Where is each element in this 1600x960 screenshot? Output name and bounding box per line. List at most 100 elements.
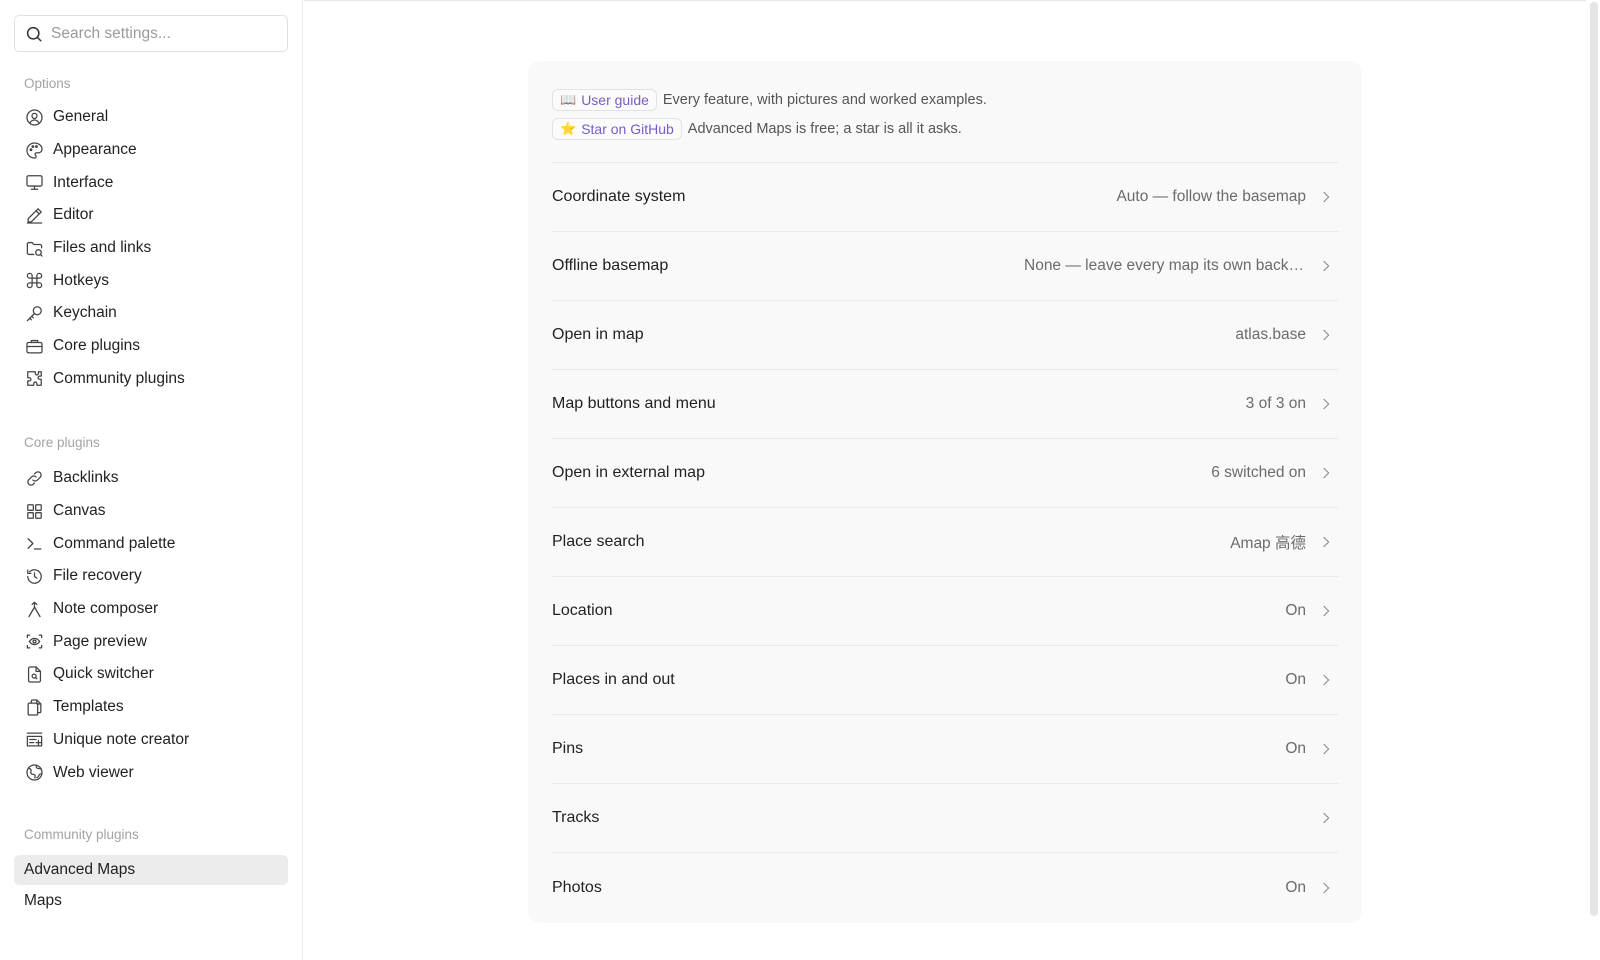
sidebar-item-label: Appearance [53, 141, 137, 159]
puzzle-icon [24, 369, 44, 389]
setting-label: Tracks [552, 809, 600, 826]
sidebar-item-templates[interactable]: Templates [14, 691, 288, 724]
promo-row-github: ⭐ Star on GitHub Advanced Maps is free; … [552, 114, 1338, 143]
sidebar-item-community-plugins[interactable]: Community plugins [14, 363, 288, 396]
setting-value: None — leave every map its own backgroun… [1024, 257, 1306, 274]
setting-label: Open in external map [552, 464, 705, 481]
sidebar-item-keychain[interactable]: Keychain [14, 297, 288, 330]
setting-row-open-in-external-map[interactable]: Open in external map 6 switched on [552, 439, 1338, 508]
core-plugins-nav: Backlinks Canvas Command palette File re… [14, 462, 288, 789]
setting-row-open-in-map[interactable]: Open in map atlas.base [552, 301, 1338, 370]
setting-row-tracks[interactable]: Tracks [552, 784, 1338, 853]
star-on-github-link[interactable]: ⭐ Star on GitHub [552, 117, 682, 140]
star-description: Advanced Maps is free; a star is all it … [687, 120, 962, 137]
setting-label: Photos [552, 878, 602, 896]
palette-icon [24, 140, 44, 160]
book-icon: 📖 [560, 91, 577, 107]
search-box[interactable] [14, 15, 288, 52]
user-circle-icon [24, 107, 44, 127]
folder-icon [24, 238, 44, 258]
setting-row-pins[interactable]: Pins On [552, 715, 1338, 784]
setting-label: Map buttons and menu [552, 395, 716, 412]
plugin-settings-card: 📖 User guide Every feature, with picture… [528, 61, 1362, 923]
scrollbar-thumb[interactable] [1590, 2, 1598, 916]
setting-label: Pins [552, 740, 584, 757]
chevron-right-icon [1318, 880, 1334, 896]
sidebar-item-file-recovery[interactable]: File recovery [14, 560, 288, 593]
history-icon [24, 566, 44, 586]
content-scrollbar[interactable] [1588, 0, 1600, 920]
key-icon [24, 303, 44, 323]
sidebar-item-command-palette[interactable]: Command palette [14, 527, 288, 560]
setting-row-offline-basemap[interactable]: Offline basemap None — leave every map i… [552, 232, 1338, 301]
star-on-github-label: Star on GitHub [581, 120, 674, 137]
merge-icon [24, 599, 44, 619]
sidebar-item-label: Web viewer [53, 763, 134, 781]
settings-sidebar: Options General Appearance Interface Edi… [0, 0, 303, 960]
setting-value: Amap 高德 [1230, 535, 1306, 552]
star-icon: ⭐ [560, 120, 577, 136]
setting-value: On [1285, 602, 1306, 619]
sidebar-item-label: Editor [53, 206, 94, 224]
sidebar-item-label: Hotkeys [53, 271, 109, 289]
setting-label: Location [552, 602, 613, 619]
sidebar-item-note-composer[interactable]: Note composer [14, 593, 288, 626]
sidebar-item-label: Advanced Maps [24, 861, 136, 878]
sidebar-item-label: Command palette [53, 534, 176, 552]
sidebar-item-core-plugins[interactable]: Core plugins [14, 330, 288, 363]
sidebar-item-maps[interactable]: Maps [14, 885, 288, 918]
sidebar-item-editor[interactable]: Editor [14, 199, 288, 232]
search-input[interactable] [51, 24, 271, 43]
copy-icon [24, 697, 44, 717]
chevron-right-icon [1318, 741, 1334, 757]
setting-label: Open in map [552, 326, 644, 343]
chevron-right-icon [1318, 327, 1334, 343]
link-icon [24, 468, 44, 488]
eye-scan-icon [24, 632, 44, 652]
sidebar-item-label: Page preview [53, 632, 147, 650]
sidebar-item-label: Backlinks [53, 469, 119, 487]
setting-row-place-search[interactable]: Place search Amap 高德 [552, 508, 1338, 577]
sidebar-item-canvas[interactable]: Canvas [14, 495, 288, 528]
setting-value: On [1285, 740, 1306, 757]
setting-row-photos[interactable]: Photos On [552, 853, 1338, 922]
sidebar-item-general[interactable]: General [14, 101, 288, 134]
section-title-options: Options [24, 76, 71, 91]
sidebar-item-label: File recovery [53, 567, 142, 585]
settings-window: Options General Appearance Interface Edi… [0, 0, 1600, 960]
setting-row-map-buttons-and-menu[interactable]: Map buttons and menu 3 of 3 on [552, 370, 1338, 439]
setting-row-location[interactable]: Location On [552, 577, 1338, 646]
sidebar-item-quick-switcher[interactable]: Quick switcher [14, 658, 288, 691]
setting-label: Offline basemap [552, 257, 669, 274]
user-guide-label: User guide [581, 91, 649, 108]
sidebar-item-files-and-links[interactable]: Files and links [14, 232, 288, 265]
sidebar-item-hotkeys[interactable]: Hotkeys [14, 264, 288, 297]
sidebar-item-label: Canvas [53, 502, 106, 520]
sidebar-item-label: Interface [53, 173, 114, 191]
sidebar-item-web-viewer[interactable]: Web viewer [14, 756, 288, 789]
setting-row-coordinate-system[interactable]: Coordinate system Auto — follow the base… [552, 163, 1338, 232]
chevron-right-icon [1318, 534, 1334, 550]
user-guide-description: Every feature, with pictures and worked … [662, 91, 987, 108]
sidebar-item-interface[interactable]: Interface [14, 166, 288, 199]
sidebar-item-page-preview[interactable]: Page preview [14, 625, 288, 658]
sidebar-item-advanced-maps[interactable]: Advanced Maps [14, 855, 288, 885]
setting-label: Place search [552, 533, 645, 550]
monitor-icon [24, 173, 44, 193]
sidebar-item-unique-note-creator[interactable]: Unique note creator [14, 724, 288, 757]
sidebar-item-label: Keychain [53, 304, 117, 322]
chevron-right-icon [1318, 189, 1334, 205]
sidebar-item-label: Maps [24, 892, 62, 910]
plugin-promo: 📖 User guide Every feature, with picture… [552, 85, 1338, 143]
sidebar-item-label: Community plugins [53, 369, 185, 387]
setting-label: Places in and out [552, 671, 675, 688]
chevron-right-icon [1318, 810, 1334, 826]
sidebar-item-appearance[interactable]: Appearance [14, 134, 288, 167]
setting-row-places-in-and-out[interactable]: Places in and out On [552, 646, 1338, 715]
sidebar-item-backlinks[interactable]: Backlinks [14, 462, 288, 495]
sidebar-item-label: Core plugins [53, 337, 141, 355]
chevron-right-icon [1318, 258, 1334, 274]
user-guide-link[interactable]: 📖 User guide [552, 88, 657, 111]
section-title-community-plugins: Community plugins [24, 827, 139, 842]
community-plugins-nav: Advanced Maps Maps [14, 855, 288, 918]
